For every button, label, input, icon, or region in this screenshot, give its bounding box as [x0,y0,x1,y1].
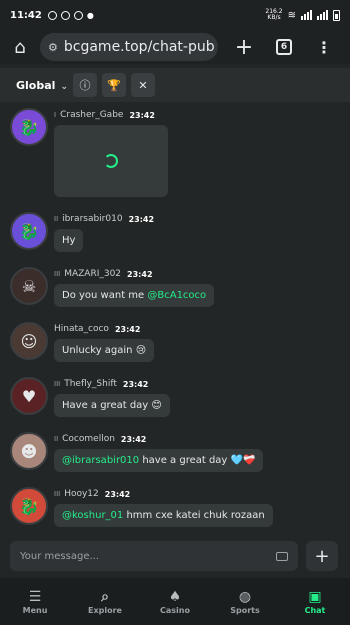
chat-message: ♥ III Thefly_Shift 23:42 Have a great da… [10,377,170,417]
site-settings-icon[interactable]: ⚙ [48,41,58,54]
battery-icon [333,9,340,21]
chat-message: ☺ Hinata_coco 23:42 Unlucky again 😢 [10,322,155,362]
message-time: 23:42 [114,324,141,334]
chat-message: 🐉 III Hooy12 23:42 @koshur_01 hmm cxe ka… [10,487,273,527]
avatar[interactable]: ♥ [10,377,48,415]
avatar[interactable]: ☻ [10,432,48,470]
mention-link[interactable]: @BcA1coco [147,290,206,301]
message-text: Hy [54,229,84,252]
nav-casino[interactable]: ♠ Casino [140,578,210,625]
level-badge: II [54,435,59,443]
trophy-icon[interactable]: 🏆 [101,73,126,97]
message-text: Unlucky again 😢 [54,339,155,362]
message-text: @ibrarsabir010 have a great day 🩵❤️‍🩹 [54,449,264,472]
nav-sports[interactable]: ◍ Sports [210,578,280,625]
image-message[interactable] [54,125,168,197]
avatar[interactable]: ☺ [10,322,48,360]
level-badge: I [54,111,57,119]
signal-icon [317,10,328,20]
browser-toolbar: ⌂ ⚙ bcgame.top/chat-pub + 6 ⋮ [0,30,350,64]
chat-icon: ▣ [308,589,322,605]
home-icon[interactable]: ⌂ [0,37,40,58]
level-badge: III [54,490,61,498]
menu-icon: ☰ [28,589,42,605]
chat-header: Global ⌄ ⓘ 🏆 ✕ [0,68,350,102]
casino-icon: ♠ [168,589,182,605]
nav-explore[interactable]: ⌕ Explore [70,578,140,625]
avatar[interactable]: 🐉 [10,108,48,146]
message-input[interactable]: Your message... [10,541,298,571]
mention-link[interactable]: @koshur_01 [62,510,123,521]
bottom-nav: ☰ Menu ⌕ Explore ♠ Casino ◍ Sports ▣ Cha… [0,578,350,625]
room-name: Global [16,78,56,92]
message-time: 23:42 [104,489,131,499]
loading-spinner-icon [104,154,118,168]
message-composer: Your message... + [0,536,350,576]
new-tab-icon[interactable]: + [232,35,256,60]
message-time: 23:42 [127,269,153,279]
nav-chat[interactable]: ▣ Chat [280,578,350,625]
message-text: @koshur_01 hmm cxe katei chuk rozaan [54,504,273,527]
message-time: 23:42 [129,110,155,120]
more-options-icon[interactable]: ⋮ [316,38,332,57]
level-badge: II [54,215,59,223]
facebook-icon [73,10,83,20]
room-selector[interactable]: Global ⌄ [16,79,68,92]
close-icon[interactable]: ✕ [130,73,155,97]
avatar[interactable]: 🐉 [10,212,48,250]
status-bar: 11:42 ● 216.2 KB/s ≋ [0,0,350,30]
username[interactable]: ibrarsabir010 [62,214,122,224]
wifi-icon: ≋ [287,9,296,21]
chat-message: ☠ III MAZARI_302 23:42 Do you want me @B… [10,267,215,307]
tab-switcher-button[interactable]: 6 [276,39,292,55]
username[interactable]: Cocomellon [62,434,115,444]
message-text: Have a great day 😊 [54,394,170,417]
dot-icon: ● [86,10,94,20]
chat-message: ☻ II Cocomellon 23:42 @ibrarsabir010 hav… [10,432,264,472]
whatsapp-icon [60,10,70,20]
net-speed: 216.2 KB/s [265,8,283,21]
add-attachment-button[interactable]: + [306,541,338,571]
chevron-down-icon: ⌄ [60,81,68,92]
info-icon[interactable]: ⓘ [72,73,97,97]
message-time: 23:42 [120,434,147,444]
url-text: bcgame.top/chat-pub [63,39,215,55]
message-text: Do you want me @BcA1coco [54,284,215,307]
chat-message: 🐉 II ibrarsabir010 23:42 Hy [10,212,154,252]
message-placeholder: Your message... [20,550,100,562]
whatsapp-icon [47,10,57,20]
username[interactable]: Hooy12 [64,489,99,499]
level-badge: III [54,270,61,278]
keyboard-emoji-icon[interactable] [276,551,288,561]
chat-feed[interactable]: 🐉 I Crasher_Gabe 23:42 🐉 II ibrarsabir01… [0,104,350,534]
message-time: 23:42 [128,214,155,224]
username[interactable]: Hinata_coco [54,324,109,334]
username[interactable]: Thefly_Shift [64,379,117,389]
mention-link[interactable]: @ibrarsabir010 [62,455,139,466]
level-badge: III [54,380,61,388]
signal-icon [301,10,312,20]
chat-message: 🐉 I Crasher_Gabe 23:42 [10,108,168,197]
nav-menu[interactable]: ☰ Menu [0,578,70,625]
avatar[interactable]: 🐉 [10,487,48,525]
username[interactable]: Crasher_Gabe [60,110,123,120]
username[interactable]: MAZARI_302 [64,269,121,279]
sports-icon: ◍ [238,589,252,605]
message-time: 23:42 [122,379,149,389]
explore-icon: ⌕ [101,589,109,605]
status-time: 11:42 [10,9,42,21]
avatar[interactable]: ☠ [10,267,48,305]
address-bar[interactable]: ⚙ bcgame.top/chat-pub [40,33,218,61]
